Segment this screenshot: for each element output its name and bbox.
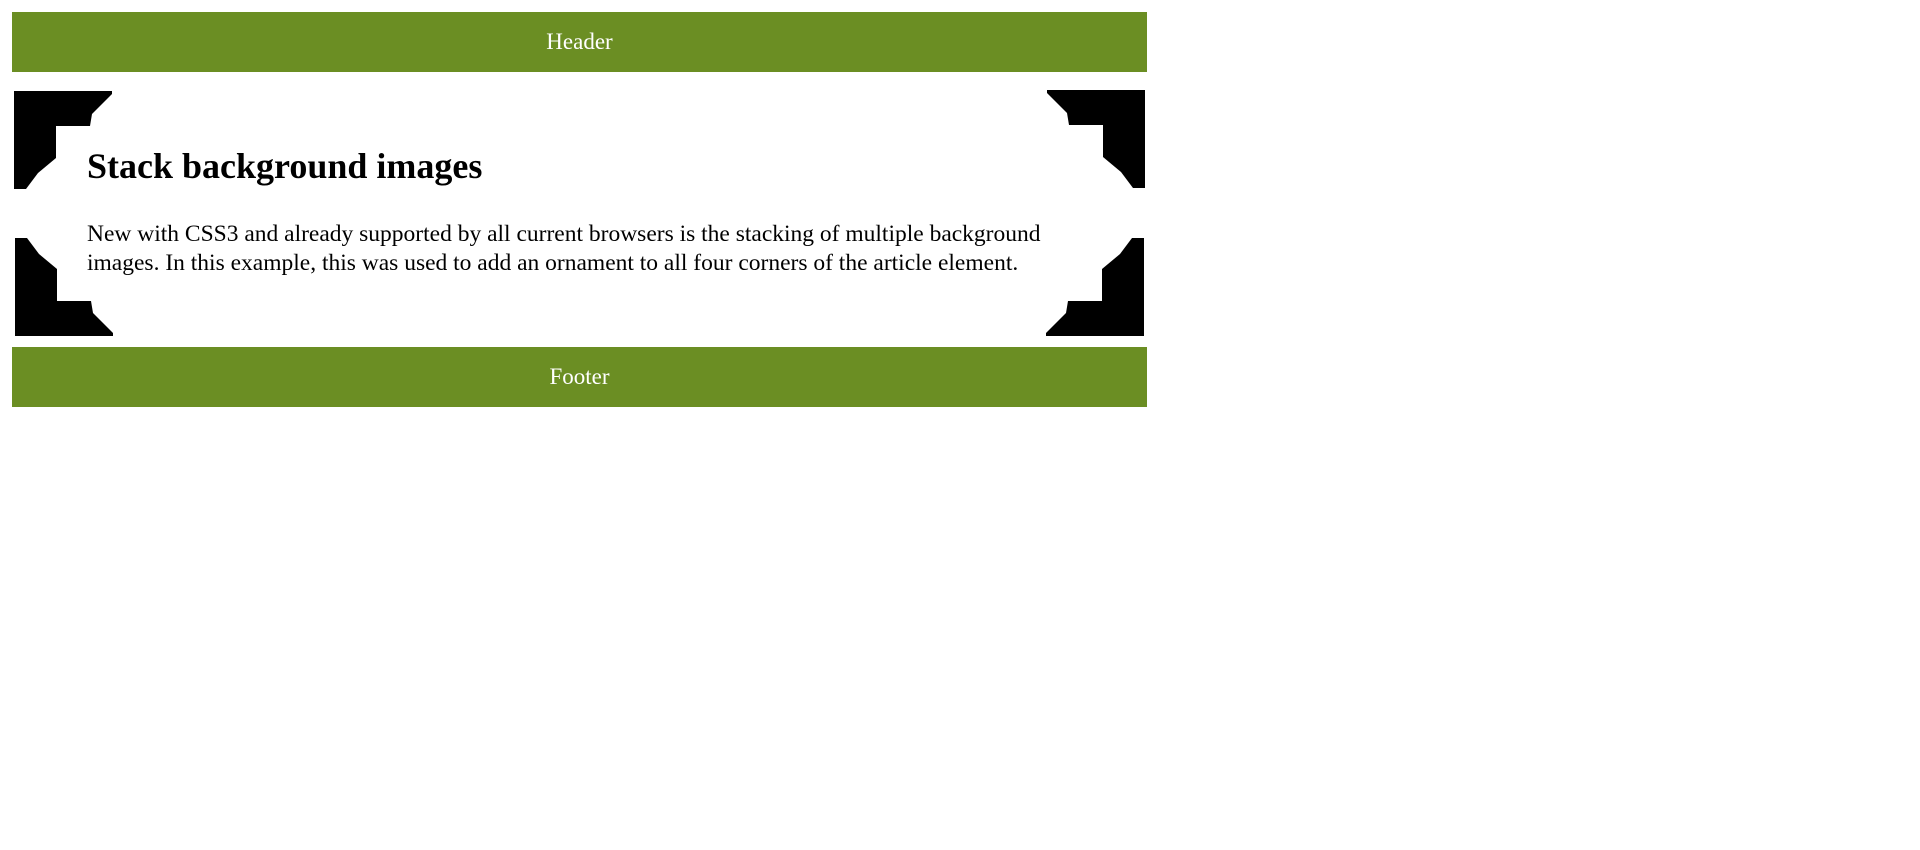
article: Stack background images New with CSS3 an… <box>12 90 1147 336</box>
corner-ornament-top-right-icon <box>1047 90 1145 188</box>
article-title: Stack background images <box>87 146 483 186</box>
page-header: Header <box>12 12 1147 72</box>
article-paragraph: New with CSS3 and already supported by a… <box>87 221 1041 276</box>
page-footer: Footer <box>12 347 1147 407</box>
